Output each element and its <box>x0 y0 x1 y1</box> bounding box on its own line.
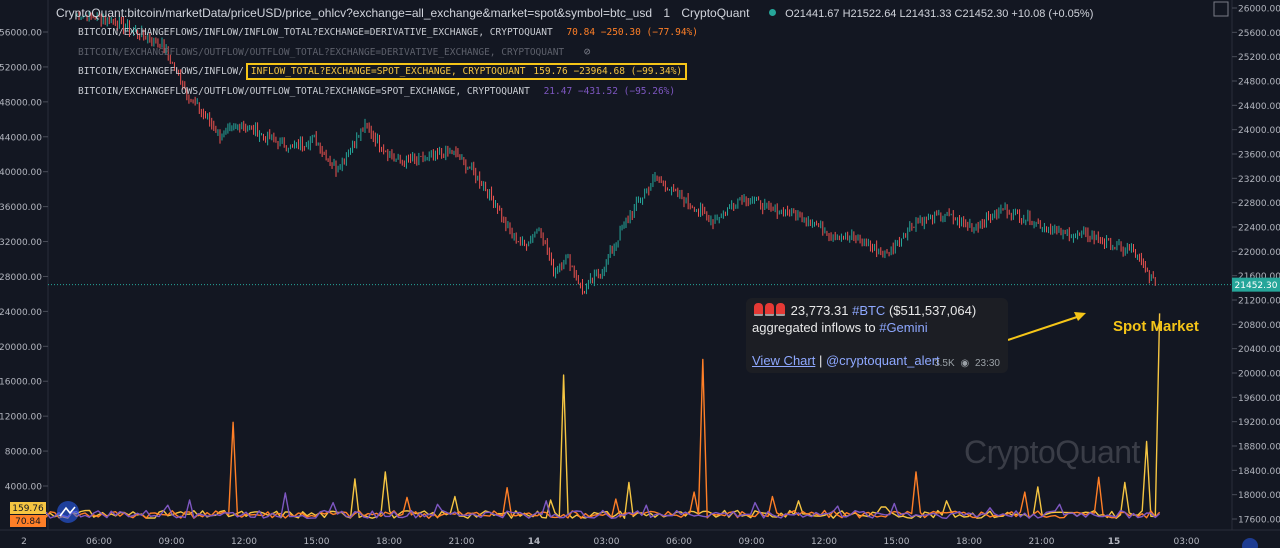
tweet-time: 23:30 <box>974 358 1000 369</box>
x-axis-tick-label: 18:00 <box>376 537 402 547</box>
x-axis-tick-label: 21:00 <box>1029 537 1055 547</box>
left-axis-tick-label: 52000.00 <box>0 63 42 73</box>
x-axis-tick-label: 09:00 <box>739 537 765 547</box>
legend-value: 21.47 −431.52 (−95.26%) <box>543 86 676 97</box>
tweet-meta: 3.5K ◉ 23:30 <box>934 358 1000 369</box>
right-axis-tick-label: 20800.00 <box>1238 321 1280 331</box>
alert-tweet-card: 23,773.31 #BTC ($511,537,064) aggregated… <box>746 298 1008 373</box>
legend-spot-inflow[interactable]: BITCOIN/EXCHANGEFLOWS/INFLOW/INFLOW_TOTA… <box>78 63 688 80</box>
tweet-tag-btc[interactable]: #BTC <box>852 303 885 318</box>
last-price-badge-label: 21452.30 <box>1235 281 1278 291</box>
hidden-eye-icon[interactable]: ⊘ <box>584 45 591 58</box>
x-axis-tick-label: 12:00 <box>231 537 257 547</box>
interval-label[interactable]: 1 <box>663 6 670 20</box>
left-axis-tick-label: 40000.00 <box>0 168 42 178</box>
view-chart-link[interactable]: View Chart <box>752 353 815 368</box>
x-axis-tick-label: 06:00 <box>86 537 112 547</box>
tweet-tag-exchange[interactable]: #Gemini <box>879 320 927 335</box>
tweet-views: 3.5K <box>934 358 955 369</box>
x-axis-tick-label: 09:00 <box>159 537 185 547</box>
flow-value-badge-label: 159.76 <box>12 504 44 514</box>
ohlc-readout: O21441.67 H21522.64 L21431.33 C21452.30 … <box>785 8 1094 20</box>
tweet-line-2: aggregated inflows to #Gemini <box>752 320 928 335</box>
x-axis-tick-label: 15 <box>1108 537 1121 547</box>
tweet-text: aggregated inflows to <box>752 320 876 335</box>
eye-icon: ◉ <box>960 358 970 369</box>
x-axis-tick-label: 15:00 <box>884 537 910 547</box>
right-axis-tick-label: 24800.00 <box>1238 78 1280 88</box>
right-axis-tick-label: 18800.00 <box>1238 443 1280 453</box>
left-axis-tick-label: 36000.00 <box>0 203 42 213</box>
cryptoquant-watermark: CryptoQuant <box>964 434 1140 470</box>
legend-value: 159.76 −23964.68 (−99.34%) <box>533 66 683 77</box>
right-axis-tick-label: 19200.00 <box>1238 418 1280 428</box>
x-axis-tick-label: 06:00 <box>666 537 692 547</box>
tweet-usd: ($511,537,064) <box>888 303 977 318</box>
right-axis-tick-label: 22000.00 <box>1238 248 1280 258</box>
left-axis-tick-label: 20000.00 <box>0 343 42 353</box>
tweet-line-1: 23,773.31 #BTC ($511,537,064) <box>754 303 976 318</box>
legend-label: BITCOIN/EXCHANGEFLOWS/OUTFLOW/OUTFLOW_TO… <box>78 86 530 97</box>
legend-value: 70.84 −250.30 (−77.94%) <box>566 27 699 38</box>
x-axis-tick-label: 18:00 <box>956 537 982 547</box>
left-axis-tick-label: 48000.00 <box>0 98 42 108</box>
x-axis-tick-label: 15:00 <box>304 537 330 547</box>
source-label: CryptoQuant <box>681 6 750 20</box>
spot-market-annotation: Spot Market <box>1113 318 1199 335</box>
right-axis-tick-label: 22800.00 <box>1238 199 1280 209</box>
left-axis-tick-label: 4000.00 <box>5 483 42 493</box>
x-axis-tick-label: 12:00 <box>811 537 837 547</box>
legend-label: BITCOIN/EXCHANGEFLOWS/INFLOW/INFLOW_TOTA… <box>78 27 553 38</box>
chart-header: CryptoQuant:bitcoin/marketData/priceUSD/… <box>56 6 1093 20</box>
tweet-amount: 23,773.31 <box>790 303 849 318</box>
left-axis-tick-label: 44000.00 <box>0 133 42 143</box>
right-axis-tick-label: 18000.00 <box>1238 491 1280 501</box>
symbol-title[interactable]: CryptoQuant:bitcoin/marketData/priceUSD/… <box>56 6 652 20</box>
right-axis-tick-label: 24000.00 <box>1238 126 1280 136</box>
legend-label-prefix: BITCOIN/EXCHANGEFLOWS/INFLOW/ <box>78 66 244 77</box>
right-axis-tick-label: 26000.00 <box>1238 5 1280 15</box>
right-axis-tick-label: 25200.00 <box>1238 53 1280 63</box>
left-axis-tick-label: 32000.00 <box>0 238 42 248</box>
right-axis-tick-label: 23600.00 <box>1238 151 1280 161</box>
right-axis-tick-label: 17600.00 <box>1238 516 1280 526</box>
legend-label: BITCOIN/EXCHANGEFLOWS/OUTFLOW/OUTFLOW_TO… <box>78 47 565 58</box>
right-axis-tick-label: 18400.00 <box>1238 467 1280 477</box>
left-axis-tick-label: 24000.00 <box>0 308 42 318</box>
x-axis-tick-label: 21:00 <box>449 537 475 547</box>
right-axis-tick-label: 23200.00 <box>1238 175 1280 185</box>
left-axis-tick-label: 28000.00 <box>0 273 42 283</box>
right-axis-tick-label: 22400.00 <box>1238 224 1280 234</box>
left-axis-tag: 2 <box>21 537 27 547</box>
legend-derivative-outflow[interactable]: BITCOIN/EXCHANGEFLOWS/OUTFLOW/OUTFLOW_TO… <box>78 45 591 58</box>
right-axis-tick-label: 20000.00 <box>1238 370 1280 380</box>
siren-icon <box>765 303 774 316</box>
legend-label: INFLOW_TOTAL?EXCHANGE=SPOT_EXCHANGE, CRY… <box>250 66 526 77</box>
left-axis-tick-label: 8000.00 <box>5 448 42 458</box>
legend-spot-outflow[interactable]: BITCOIN/EXCHANGEFLOWS/OUTFLOW/OUTFLOW_TO… <box>78 86 675 97</box>
tweet-line-3: View Chart | @cryptoquant_alert <box>752 353 940 368</box>
market-status-icon <box>768 9 776 16</box>
right-axis-tick-label: 20400.00 <box>1238 345 1280 355</box>
right-axis-tick-label: 25600.00 <box>1238 29 1280 39</box>
legend-derivative-inflow[interactable]: BITCOIN/EXCHANGEFLOWS/INFLOW/INFLOW_TOTA… <box>78 27 698 38</box>
flow-value-badge-label: 70.84 <box>15 517 41 527</box>
x-axis-tick-label: 03:00 <box>1174 537 1200 547</box>
left-axis-tick-label: 12000.00 <box>0 413 42 423</box>
right-axis-tick-label: 24400.00 <box>1238 102 1280 112</box>
x-axis-tick-label: 03:00 <box>594 537 620 547</box>
left-axis-tick-label: 56000.00 <box>0 29 42 39</box>
left-axis-tick-label: 16000.00 <box>0 378 42 388</box>
right-axis-tick-label: 19600.00 <box>1238 394 1280 404</box>
tweet-handle[interactable]: @cryptoquant_alert <box>826 353 940 368</box>
tweet-separator: | <box>818 353 823 368</box>
cq-logo-icon <box>57 501 79 523</box>
x-axis-tick-label: 14 <box>528 537 541 547</box>
siren-icon <box>754 303 763 316</box>
right-axis-tick-label: 21200.00 <box>1238 297 1280 307</box>
legend-highlight-box: INFLOW_TOTAL?EXCHANGE=SPOT_EXCHANGE, CRY… <box>245 63 688 80</box>
siren-icon <box>776 303 785 316</box>
